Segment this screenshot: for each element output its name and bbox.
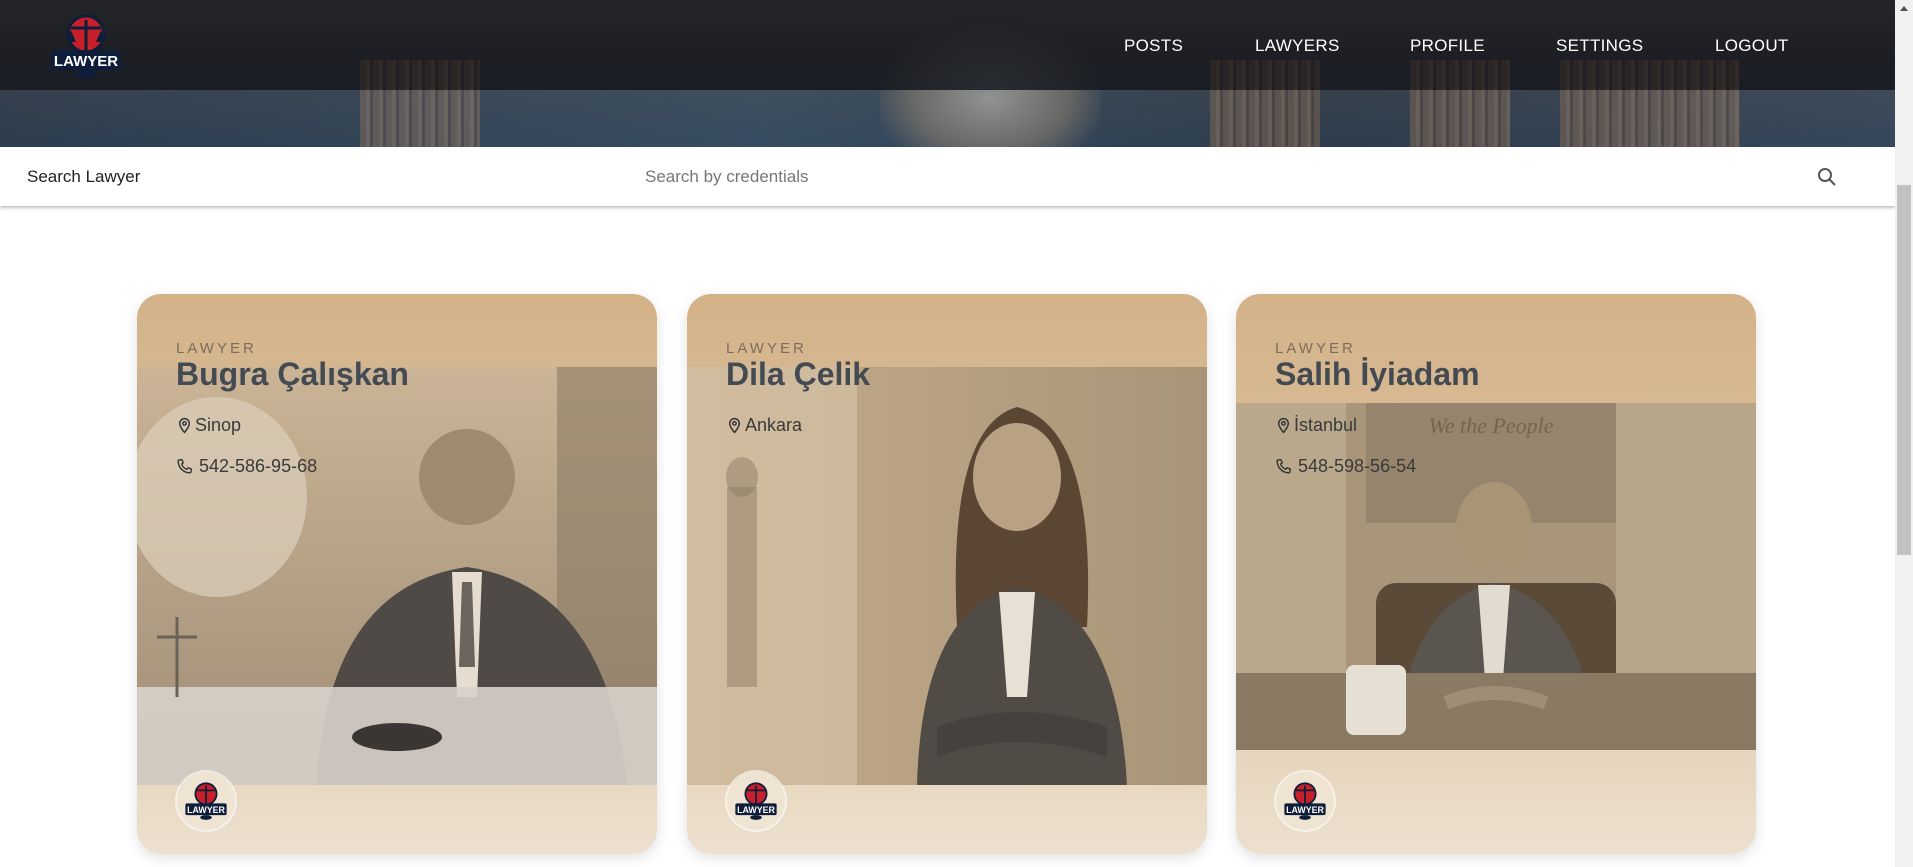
svg-text:LAWYER: LAWYER [187,805,225,815]
map-pin-icon [178,417,191,434]
nav-posts[interactable]: POSTS [1124,36,1183,56]
top-navbar: LAWYER POSTS LAWYERS PROFILE SETTINGS LO… [0,0,1895,90]
card-role-label: LAWYER [726,340,807,357]
lawyer-badge-logo: LAWYER [177,772,235,830]
scales-of-justice-logo-icon: LAWYER [185,782,227,820]
lawyer-card[interactable]: We the People LAWYER Salih İyiadam İstan… [1236,294,1756,854]
lawyer-badge-logo: LAWYER [1276,772,1334,830]
nav-settings[interactable]: SETTINGS [1556,36,1643,56]
lawyer-location: İstanbul [1275,415,1357,436]
triangle-up-icon [1900,6,1908,11]
card-role-label: LAWYER [1275,340,1356,357]
search-title: Search Lawyer [27,167,141,186]
scroll-up-arrow[interactable] [1895,0,1913,17]
search-bar: Search Lawyer [0,147,1895,206]
nav-profile[interactable]: PROFILE [1410,36,1485,56]
svg-text:LAWYER: LAWYER [737,805,775,815]
lawyer-phone-number: 542-586-95-68 [199,456,318,476]
lawyer-city: İstanbul [1294,415,1358,435]
lawyer-phone[interactable]: 542-586-95-68 [176,456,317,477]
nav-lawyers[interactable]: LAWYERS [1255,36,1340,56]
scales-of-justice-logo-icon: LAWYER [735,782,777,820]
lawyer-badge-logo: LAWYER [727,772,785,830]
scrollbar-thumb[interactable] [1897,185,1911,555]
phone-icon [1276,458,1292,474]
lawyer-city: Ankara [745,415,803,435]
lawyer-card[interactable]: LAWYER Dila Çelik Ankara LAWYER [687,294,1207,854]
map-pin-icon [1277,417,1290,434]
scales-of-justice-logo-icon: LAWYER [51,14,121,78]
svg-text:LAWYER: LAWYER [54,53,118,70]
page-scrollbar[interactable] [1895,0,1913,867]
svg-text:We the People: We the People [1428,413,1553,438]
svg-text:LAWYER: LAWYER [1286,805,1324,815]
search-input[interactable] [643,159,1787,195]
map-pin-icon [728,417,741,434]
lawyer-name[interactable]: Salih İyiadam [1275,356,1480,393]
search-icon [1818,168,1836,186]
scales-of-justice-logo-icon: LAWYER [1284,782,1326,820]
lawyer-location: Sinop [176,415,241,436]
lawyer-name[interactable]: Bugra Çalışkan [176,356,409,393]
nav-logout[interactable]: LOGOUT [1715,36,1789,56]
lawyer-card[interactable]: LAWYER Bugra Çalışkan Sinop 542-586-95-6… [137,294,657,854]
lawyer-phone[interactable]: 548-598-56-54 [1275,456,1416,477]
lawyer-location: Ankara [726,415,802,436]
phone-icon [177,458,193,474]
site-logo[interactable]: LAWYER [47,12,125,80]
search-button[interactable] [1817,167,1839,189]
lawyer-city: Sinop [195,415,242,435]
card-role-label: LAWYER [176,340,257,357]
lawyer-name[interactable]: Dila Çelik [726,356,870,393]
lawyer-phone-number: 548-598-56-54 [1298,456,1417,476]
